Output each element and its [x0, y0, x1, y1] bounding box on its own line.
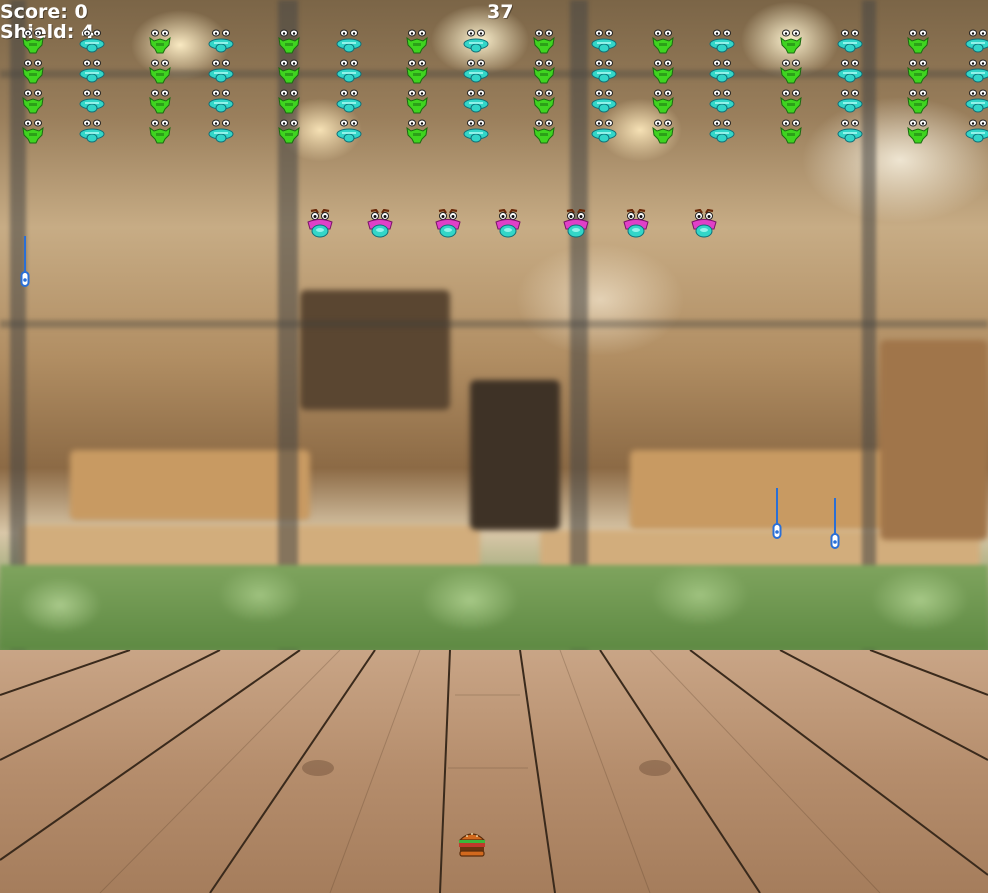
invader-green	[904, 29, 932, 55]
invader-cyan	[836, 59, 864, 85]
invader-cyan	[590, 59, 618, 85]
invader-green	[530, 119, 558, 145]
invader-green	[649, 89, 677, 115]
invader-green	[777, 89, 805, 115]
invader-green	[146, 89, 174, 115]
invader-green	[649, 59, 677, 85]
invader-green	[777, 119, 805, 145]
invader-green	[146, 119, 174, 145]
score-label: Score:	[0, 1, 68, 23]
missile-icon	[20, 236, 30, 288]
invader-cyan	[708, 119, 736, 145]
invader-cyan	[590, 89, 618, 115]
invader-green	[403, 89, 431, 115]
invader-cyan	[207, 59, 235, 85]
invader-cyan	[964, 59, 988, 85]
missile-icon	[772, 488, 782, 540]
player-ship[interactable]	[457, 830, 487, 858]
invader-green	[19, 29, 47, 55]
invader-green	[530, 29, 558, 55]
invader-cyan	[964, 119, 988, 145]
invader-green	[146, 29, 174, 55]
invader-cyan	[836, 89, 864, 115]
invader-cyan	[78, 119, 106, 145]
invader-cyan	[207, 119, 235, 145]
invader-cyan	[335, 89, 363, 115]
invader-magenta	[366, 209, 394, 239]
invader-magenta	[622, 209, 650, 239]
invader-cyan	[590, 29, 618, 55]
invader-cyan	[836, 29, 864, 55]
invader-green	[777, 29, 805, 55]
invader-green	[904, 119, 932, 145]
invader-magenta	[434, 209, 462, 239]
invader-green	[403, 119, 431, 145]
invader-cyan	[207, 29, 235, 55]
invader-magenta	[690, 209, 718, 239]
invader-cyan	[335, 59, 363, 85]
invader-green	[275, 119, 303, 145]
invader-cyan	[335, 29, 363, 55]
invader-green	[275, 89, 303, 115]
burger-icon	[458, 833, 486, 857]
invader-green	[904, 89, 932, 115]
invader-cyan	[462, 59, 490, 85]
invader-green	[403, 59, 431, 85]
invader-cyan	[78, 59, 106, 85]
missile-icon	[830, 498, 840, 550]
invader-magenta	[494, 209, 522, 239]
invader-green	[649, 119, 677, 145]
invader-green	[530, 89, 558, 115]
invader-cyan	[708, 29, 736, 55]
timer-display: 37	[487, 1, 514, 23]
invader-cyan	[964, 29, 988, 55]
invader-green	[904, 59, 932, 85]
invader-green	[146, 59, 174, 85]
invader-green	[275, 59, 303, 85]
invader-green	[403, 29, 431, 55]
invader-green	[275, 29, 303, 55]
wooden-floor	[0, 650, 988, 893]
invader-cyan	[335, 119, 363, 145]
invader-cyan	[462, 29, 490, 55]
game-scene[interactable]: Score: 0 Shield: 4 37	[0, 0, 988, 893]
invader-cyan	[207, 89, 235, 115]
invader-cyan	[708, 59, 736, 85]
invader-cyan	[836, 119, 864, 145]
invader-cyan	[708, 89, 736, 115]
score-display: Score: 0	[0, 2, 88, 22]
invader-green	[777, 59, 805, 85]
invader-cyan	[462, 119, 490, 145]
invader-cyan	[590, 119, 618, 145]
invader-cyan	[964, 89, 988, 115]
invader-cyan	[78, 89, 106, 115]
invader-cyan	[462, 89, 490, 115]
invader-green	[19, 59, 47, 85]
invader-green	[530, 59, 558, 85]
invader-magenta	[562, 209, 590, 239]
invader-magenta	[306, 209, 334, 239]
invader-green	[19, 119, 47, 145]
invader-cyan	[78, 29, 106, 55]
invader-green	[19, 89, 47, 115]
score-value: 0	[74, 1, 88, 23]
invader-green	[649, 29, 677, 55]
